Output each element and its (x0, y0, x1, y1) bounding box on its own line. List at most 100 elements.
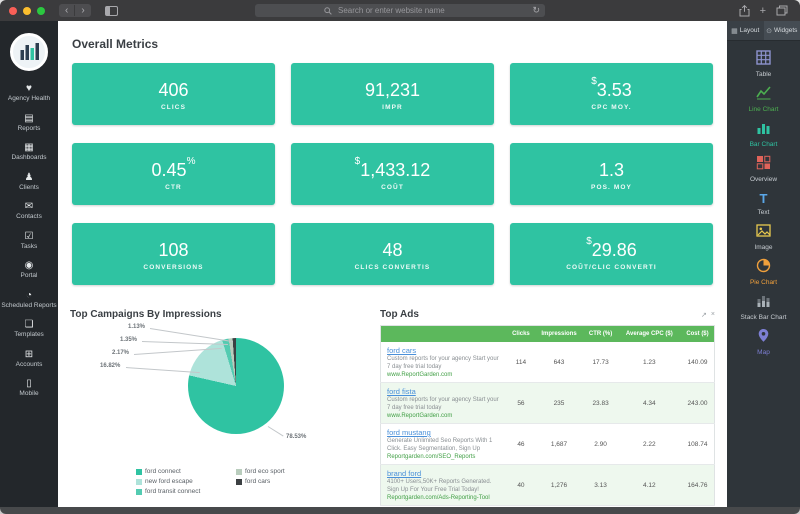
leader-line (126, 367, 200, 373)
browser-chrome: ‹ › ↻ + (0, 0, 800, 21)
tab-overview-icon[interactable] (776, 5, 788, 16)
legend-swatch (236, 479, 242, 485)
metric-value: 108 (158, 237, 188, 260)
metric-card-conversions[interactable]: 108 CONVERSIONS (72, 223, 275, 285)
sidebar-item-scheduled-reports[interactable]: ◔ Scheduled Reports (0, 285, 58, 315)
metric-card-ctr[interactable]: 0.45% CTR (72, 143, 275, 205)
metric-value: 406 (158, 77, 188, 100)
eye-icon: ⊙ (766, 27, 772, 35)
cell-avg-cpc: 4.34 (618, 383, 681, 424)
pie-chart[interactable] (188, 338, 284, 434)
leader-line (150, 328, 233, 342)
sidebar-item-templates[interactable]: ❏ Templates (0, 314, 58, 344)
close-icon[interactable]: × (711, 311, 715, 319)
bar-chart-icon (756, 120, 771, 135)
cell-impressions: 235 (534, 383, 583, 424)
pie-slice-label: 78.53% (286, 434, 306, 440)
pie-slice-label: 16.82% (100, 363, 120, 369)
tab-widgets[interactable]: ⊙ Widgets (764, 21, 800, 40)
metric-card-impressions[interactable]: 91,231 IMPR (291, 63, 494, 125)
refresh-icon[interactable]: ↻ (532, 5, 540, 16)
minimize-window-button[interactable] (23, 7, 31, 15)
browser-window: ‹ › ↻ + (0, 0, 800, 514)
metric-card-avg-cpc[interactable]: $3.53 CPC MOY. (510, 63, 713, 125)
address-input[interactable] (336, 5, 476, 16)
clock-icon: ◔ (1, 290, 57, 301)
metric-card-cost-per-converted-click[interactable]: $29.86 COÛT/CLIC CONVERTI (510, 223, 713, 285)
zoom-window-button[interactable] (37, 7, 45, 15)
sidebar-item-portal[interactable]: ◉ Portal (0, 255, 58, 285)
tasks-icon: ☑ (1, 231, 57, 242)
cell-avg-cpc: 2.22 (618, 424, 681, 465)
widget-image[interactable]: Image (727, 223, 800, 252)
portal-icon: ◉ (1, 260, 57, 271)
expand-icon[interactable]: ↗ (701, 311, 707, 319)
sidebar-item-clients[interactable]: ♟ Clients (0, 167, 58, 197)
ad-title-link[interactable]: brand ford (387, 469, 421, 478)
legend-swatch (236, 469, 242, 475)
sidebar-item-reports[interactable]: ▤ Reports (0, 108, 58, 138)
ad-title-link[interactable]: ford mustang (387, 428, 431, 437)
legend-item: new ford escape (136, 478, 236, 485)
window-bottom-edge (0, 507, 800, 514)
address-bar[interactable]: ↻ (255, 4, 545, 17)
metric-label: CLICS CONVERTIS (355, 264, 431, 271)
metrics-grid: 406 CLICS 91,231 IMPR $3.53 CPC MOY. 0.4… (70, 63, 715, 285)
legend-swatch (136, 489, 142, 495)
metric-card-avg-position[interactable]: 1.3 POS. MOY (510, 143, 713, 205)
pie-chart-area: 1.13% 1.35% 2.17% 16.82% 78.53% (70, 322, 365, 462)
metric-card-converted-clicks[interactable]: 48 CLICS CONVERTIS (291, 223, 494, 285)
cell-impressions: 643 (534, 342, 583, 383)
widget-line-chart[interactable]: Line Chart (727, 85, 800, 114)
app-logo[interactable] (9, 32, 49, 72)
cell-cost: 108.74 (681, 424, 715, 465)
metric-value: $3.53 (591, 77, 632, 100)
widget-pie-chart[interactable]: Pie Chart (727, 258, 800, 287)
sidebar-item-contacts[interactable]: ✉ Contacts (0, 196, 58, 226)
column-header: CTR (%) (584, 326, 618, 343)
nav-buttons: ‹ › (59, 4, 91, 17)
metric-value: $1,433.12 (355, 157, 431, 180)
sidebar-item-agency-health[interactable]: ♥ Agency Health (0, 78, 58, 108)
metric-label: COÛT/CLIC CONVERTI (566, 264, 657, 271)
widget-text[interactable]: T Text (727, 190, 800, 217)
share-icon[interactable] (739, 5, 750, 17)
metric-card-clicks[interactable]: 406 CLICS (72, 63, 275, 125)
widget-overview[interactable]: Overview (727, 155, 800, 184)
clients-icon: ♟ (1, 172, 57, 183)
accounts-icon: ⊞ (1, 349, 57, 360)
forward-button[interactable]: › (74, 5, 90, 16)
widget-table[interactable]: Table (727, 50, 800, 79)
sidebar-toggle-icon[interactable] (105, 6, 118, 16)
sidebar-item-accounts[interactable]: ⊞ Accounts (0, 344, 58, 374)
ad-title-link[interactable]: ford fista (387, 387, 416, 396)
widget-stack-bar-chart[interactable]: Stack Bar Chart (727, 293, 800, 322)
legend-item: ford connect (136, 468, 236, 475)
sidebar-item-dashboards[interactable]: ▦ Dashboards (0, 137, 58, 167)
pie-slice-label: 2.17% (112, 350, 129, 356)
widget-map[interactable]: Map (727, 328, 800, 357)
sidebar-item-tasks[interactable]: ☑ Tasks (0, 226, 58, 256)
metric-value: 48 (382, 237, 402, 260)
table-row: ford mustang Generate Unlimited Seo Repo… (381, 424, 715, 465)
map-pin-icon (756, 328, 771, 343)
widget-list: Table Line Chart Bar Chart Overview (727, 41, 800, 357)
new-tab-icon[interactable]: + (760, 6, 766, 16)
tab-layout[interactable]: ▦ Layout (727, 21, 764, 40)
column-header-ad (381, 326, 508, 343)
legend-item: ford transit connect (136, 488, 236, 495)
back-button[interactable]: ‹ (59, 5, 74, 16)
layout-grid-icon: ▦ (731, 27, 738, 35)
cell-avg-cpc: 1.23 (618, 342, 681, 383)
ad-display-url: www.ReportGarden.com (387, 372, 501, 378)
widget-bar-chart[interactable]: Bar Chart (727, 120, 800, 149)
page-title: Overall Metrics (72, 37, 713, 51)
close-window-button[interactable] (9, 7, 17, 15)
search-icon (324, 7, 332, 15)
ad-title-link[interactable]: ford cars (387, 346, 416, 355)
cell-clicks: 46 (507, 424, 534, 465)
sidebar-item-mobile[interactable]: ▯ Mobile (0, 373, 58, 403)
metric-card-cost[interactable]: $1,433.12 COÛT (291, 143, 494, 205)
column-header: Cost ($) (681, 326, 715, 343)
stack-bar-chart-icon (756, 293, 771, 308)
